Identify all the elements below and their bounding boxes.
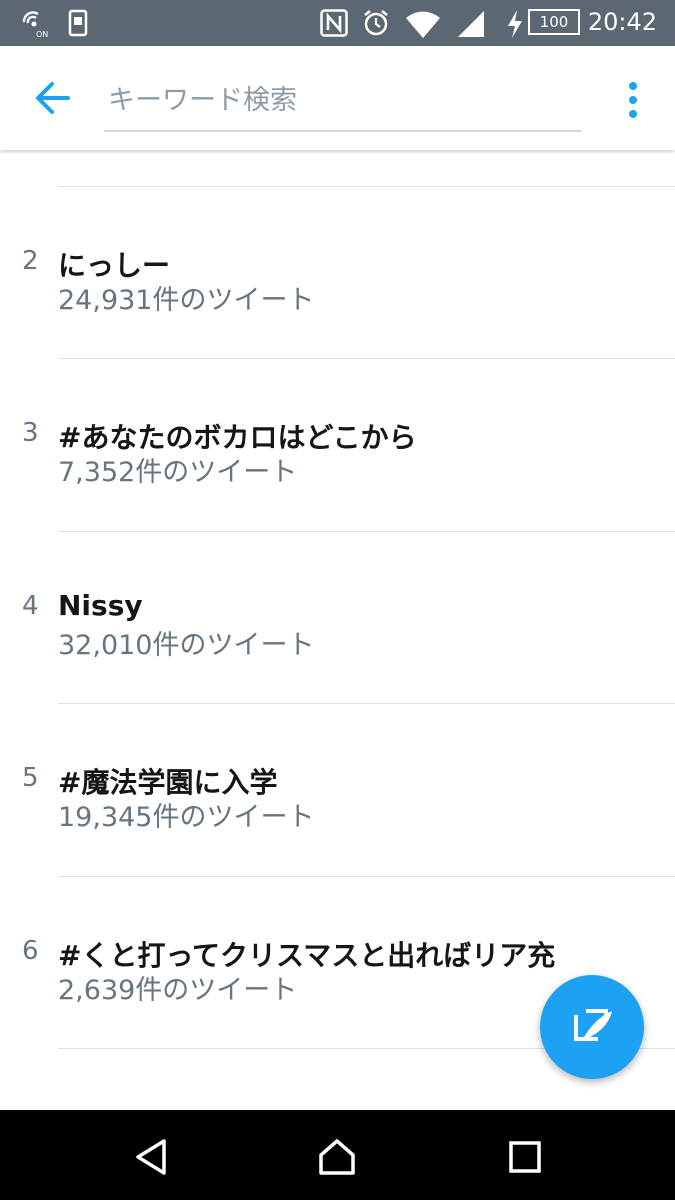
compose-tweet-button[interactable] [540,975,644,1079]
trend-tweet-count: 32,010件のツイート [58,630,315,661]
search-input[interactable] [104,70,582,132]
divider [58,358,675,359]
trend-rank: 2 [22,246,39,276]
trend-item[interactable]: 5 #魔法学園に入学 19,345件のツイート [0,763,675,935]
compose-tweet-icon [574,1009,612,1041]
trend-tweet-count: 24,931件のツイート [58,285,315,316]
recents-icon[interactable] [503,1135,547,1179]
divider [58,186,675,187]
status-clock: 20:42 [587,8,657,36]
trend-tweet-count: 7,352件のツイート [58,457,298,488]
svg-text:ON: ON [36,30,48,38]
trend-item[interactable]: 2 にっしー 24,931件のツイート [0,246,675,418]
battery-icon: 100 [528,9,580,35]
trend-rank: 3 [22,418,39,448]
nfc-icon [320,9,348,37]
trend-item[interactable]: 4 Nissy 32,010件のツイート [0,589,675,763]
wireless-charging-on-icon: ON [22,11,48,38]
trend-tweet-count: 19,345件のツイート [58,802,315,833]
trend-term: Nissy [58,589,143,622]
divider [58,703,675,704]
alarm-icon [364,10,388,36]
phone-icon [68,9,88,37]
navigation-bar [0,1110,675,1200]
trend-rank: 5 [22,763,39,793]
status-bar: ON 100 20:42 [0,0,675,46]
app-bar [0,46,675,150]
trend-item[interactable]: 3 #あなたのボカロはどこから 7,352件のツイート [0,418,675,590]
wifi-icon [406,11,440,38]
more-options-icon[interactable] [620,78,646,122]
divider [58,876,675,877]
divider [58,531,675,532]
signal-icon [458,11,484,37]
charging-icon [508,10,522,38]
trend-tweet-count: 2,639件のツイート [58,975,298,1006]
trend-rank: 4 [22,591,39,621]
back-arrow-icon[interactable] [30,76,74,120]
home-icon[interactable] [315,1135,359,1179]
battery-level: 100 [539,13,569,31]
back-triangle-icon[interactable] [130,1135,174,1179]
trend-rank: 6 [22,936,39,966]
